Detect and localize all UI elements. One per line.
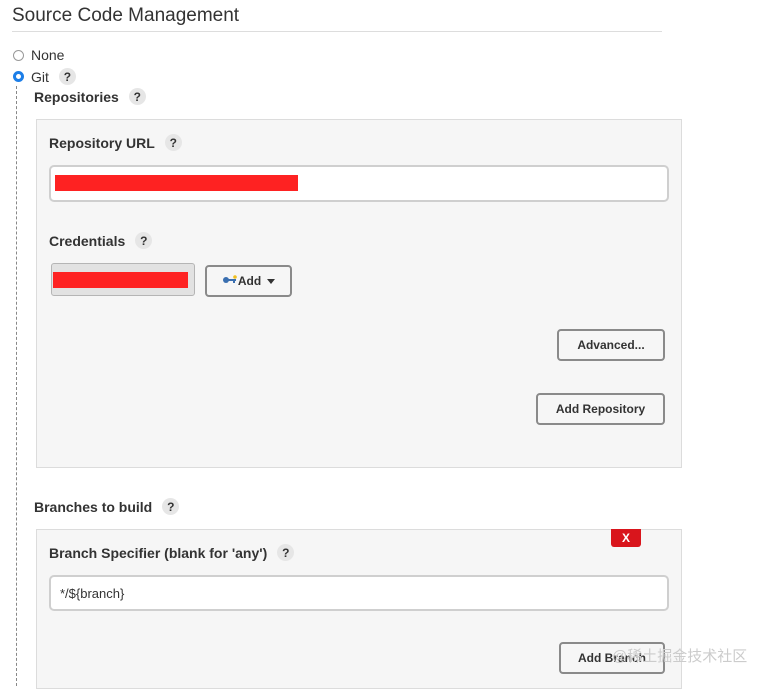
radio-none-row[interactable]: None — [13, 47, 64, 63]
radio-git-label: Git — [31, 68, 49, 85]
repositories-help-icon[interactable]: ? — [128, 88, 146, 105]
radio-git[interactable] — [13, 71, 24, 82]
advanced-button[interactable]: Advanced... — [557, 329, 665, 361]
delete-branch-button[interactable]: X — [611, 529, 641, 547]
radio-none-label: None — [31, 47, 65, 63]
branch-specifier-label: Branch Specifier (blank for 'any') — [49, 544, 268, 561]
branches-help-icon[interactable]: ? — [162, 498, 180, 515]
branch-specifier-input[interactable]: */${branch} — [49, 575, 669, 611]
branch-specifier-help-icon[interactable]: ? — [277, 544, 295, 561]
credentials-help-icon[interactable]: ? — [135, 232, 153, 249]
section-title: Source Code Management — [12, 5, 240, 26]
git-section-dashed-line — [16, 86, 17, 686]
repositories-label: Repositories — [34, 88, 119, 105]
credentials-redaction — [53, 272, 188, 288]
repositories-label-row: Repositories ? — [34, 88, 146, 105]
section-divider — [12, 31, 662, 32]
credentials-label-row: Credentials ? — [49, 232, 153, 249]
radio-git-row[interactable]: Git ? — [13, 68, 76, 85]
branches-label: Branches to build — [34, 498, 153, 515]
repository-url-redaction — [55, 175, 298, 191]
repository-url-label-row: Repository URL ? — [49, 134, 182, 151]
repository-url-label: Repository URL — [49, 134, 155, 151]
credentials-label: Credentials — [49, 232, 126, 249]
chevron-down-icon — [267, 278, 276, 284]
branches-label-row: Branches to build ? — [34, 498, 180, 515]
credentials-add-button[interactable]: Add — [205, 265, 292, 297]
branch-specifier-label-row: Branch Specifier (blank for 'any') ? — [49, 544, 295, 561]
repository-url-help-icon[interactable]: ? — [164, 134, 182, 151]
key-icon — [222, 274, 238, 288]
git-help-icon[interactable]: ? — [58, 68, 76, 85]
radio-none[interactable] — [13, 49, 24, 61]
add-label: Add — [237, 274, 262, 288]
add-repository-button[interactable]: Add Repository — [536, 393, 665, 425]
watermark: @稀土掘金技术社区 — [612, 648, 748, 665]
